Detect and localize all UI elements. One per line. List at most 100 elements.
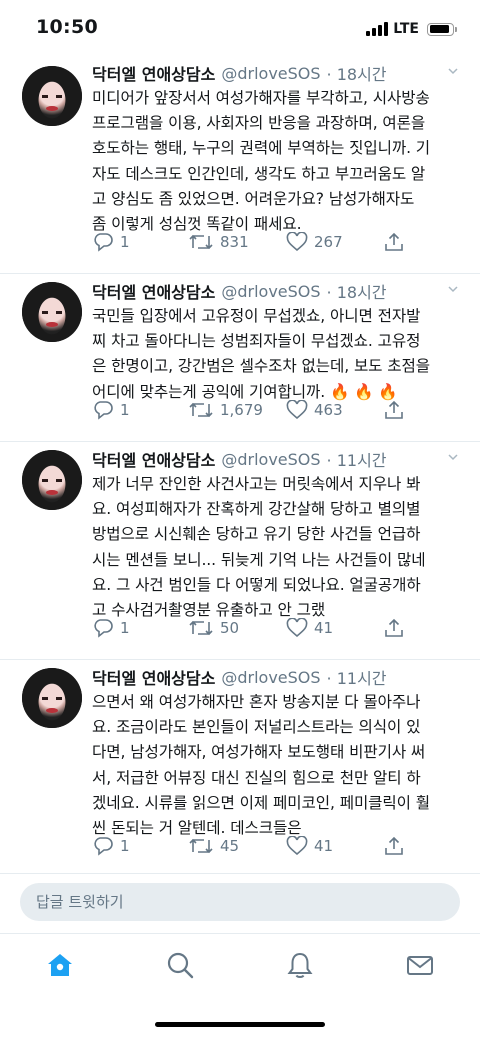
mail-icon — [407, 956, 433, 975]
network-label: LTE — [393, 21, 419, 37]
share-icon — [385, 400, 403, 419]
tweet-time: · 11시간 — [326, 451, 387, 470]
tweet-body: 닥터엘 연애상담소 @drloveSOS · 11시간 제가 너무 잔인한 사건… — [92, 446, 460, 623]
home-icon — [48, 954, 72, 976]
reply-count: 1 — [120, 233, 130, 251]
battery-level — [429, 25, 450, 33]
tweet-header: 닥터엘 연애상담소 @drloveSOS · 11시간 — [92, 446, 460, 472]
retweet-icon — [189, 620, 213, 636]
author-handle: @drloveSOS — [221, 449, 321, 469]
tweet-header: 닥터엘 연애상담소 @drloveSOS · 18시간 — [92, 60, 460, 86]
share-button[interactable] — [384, 616, 404, 640]
bell-icon — [287, 952, 313, 978]
retweet-icon — [189, 402, 213, 418]
tab-home[interactable] — [45, 950, 75, 980]
share-button[interactable] — [384, 834, 404, 858]
reply-button[interactable]: 1 — [92, 398, 130, 422]
retweet-button[interactable]: 45 — [188, 834, 239, 858]
like-count: 41 — [314, 837, 334, 855]
share-icon — [385, 232, 403, 251]
retweet-button[interactable]: 1,679 — [188, 398, 263, 422]
author-handle: @drloveSOS — [221, 281, 321, 301]
tweet-text: 미디어가 앞장서서 여성가해자를 부각하고, 시사방송 프로그램을 이용, 사회… — [92, 89, 431, 234]
tweet-actions: 1 45 41 — [92, 834, 460, 858]
like-button[interactable]: 41 — [286, 834, 333, 858]
tweet-text: 으면서 왜 여성가해자만 혼자 방송지분 다 몰아주나 요. 조금이라도 본인들… — [92, 693, 431, 838]
heart-icon — [286, 836, 308, 856]
tweet-header: 닥터엘 연애상담소 @drloveSOS · 11시간 — [92, 664, 460, 690]
tweet-text: 국민들 입장에서 고유정이 무섭겠쇼, 아니면 전자발 찌 차고 돌아다니는 성… — [92, 307, 431, 401]
retweet-count: 831 — [220, 233, 249, 251]
tab-search[interactable] — [165, 950, 195, 980]
status-bar: 10:50 LTE — [0, 0, 480, 58]
heart-icon — [286, 618, 308, 638]
tweet-actions: 1 50 41 — [92, 616, 460, 640]
tweet-header: 닥터엘 연애상담소 @drloveSOS · 18시간 — [92, 278, 460, 304]
author-name[interactable]: 닥터엘 연애상담소 — [92, 447, 215, 471]
chevron-down-icon[interactable] — [448, 284, 458, 294]
cellular-signal-icon — [366, 22, 389, 36]
reply-count: 1 — [120, 837, 130, 855]
heart-icon — [286, 232, 308, 252]
share-button[interactable] — [384, 230, 404, 254]
tweet[interactable]: 닥터엘 연애상담소 @drloveSOS · 11시간 으면서 왜 여성가해자만… — [0, 660, 480, 874]
reply-input[interactable] — [20, 883, 460, 921]
reply-button[interactable]: 1 — [92, 616, 130, 640]
retweet-count: 1,679 — [220, 401, 263, 419]
author-handle: @drloveSOS — [221, 667, 321, 687]
search-icon — [167, 952, 194, 979]
tab-notifications[interactable] — [285, 950, 315, 980]
heart-icon — [286, 400, 308, 420]
home-indicator[interactable] — [155, 1022, 325, 1027]
tab-messages[interactable] — [405, 950, 435, 980]
status-time: 10:50 — [36, 16, 98, 38]
author-handle: @drloveSOS — [221, 63, 321, 83]
avatar[interactable] — [22, 66, 82, 126]
like-button[interactable]: 267 — [286, 230, 343, 254]
tweet[interactable]: 닥터엘 연애상담소 @drloveSOS · 11시간 제가 너무 잔인한 사건… — [0, 442, 480, 660]
avatar[interactable] — [22, 668, 82, 728]
like-button[interactable]: 463 — [286, 398, 343, 422]
avatar[interactable] — [22, 282, 82, 342]
tweet-body: 닥터엘 연애상담소 @drloveSOS · 18시간 미디어가 앞장서서 여성… — [92, 60, 460, 237]
tweet-body: 닥터엘 연애상담소 @drloveSOS · 18시간 국민들 입장에서 고유정… — [92, 278, 460, 405]
retweet-count: 45 — [220, 837, 240, 855]
chevron-down-icon[interactable] — [448, 66, 458, 76]
battery-icon — [427, 22, 457, 36]
reply-count: 1 — [120, 401, 130, 419]
tweet-time: · 18시간 — [326, 65, 387, 84]
retweet-button[interactable]: 831 — [188, 230, 249, 254]
retweet-button[interactable]: 50 — [188, 616, 239, 640]
reply-composer[interactable] — [20, 883, 460, 921]
bottom-tab-bar — [0, 933, 480, 995]
share-icon — [385, 836, 403, 855]
author-name[interactable]: 닥터엘 연애상담소 — [92, 61, 215, 85]
tweet-time: · 18시간 — [326, 283, 387, 302]
retweet-icon — [189, 838, 213, 854]
like-count: 267 — [314, 233, 343, 251]
tweet-feed[interactable]: 닥터엘 연애상담소 @drloveSOS · 18시간 미디어가 앞장서서 여성… — [0, 56, 480, 874]
tweet[interactable]: 닥터엘 연애상담소 @drloveSOS · 18시간 미디어가 앞장서서 여성… — [0, 56, 480, 274]
reply-icon — [94, 619, 113, 638]
status-indicators: LTE — [366, 19, 457, 39]
tweet-actions: 1 831 267 — [92, 230, 460, 254]
retweet-count: 50 — [220, 619, 240, 637]
avatar[interactable] — [22, 450, 82, 510]
reply-button[interactable]: 1 — [92, 834, 130, 858]
share-icon — [385, 618, 403, 637]
reply-count: 1 — [120, 619, 130, 637]
like-button[interactable]: 41 — [286, 616, 333, 640]
tweet[interactable]: 닥터엘 연애상담소 @drloveSOS · 18시간 국민들 입장에서 고유정… — [0, 274, 480, 442]
share-button[interactable] — [384, 398, 404, 422]
like-count: 463 — [314, 401, 343, 419]
author-name[interactable]: 닥터엘 연애상담소 — [92, 279, 215, 303]
reply-button[interactable]: 1 — [92, 230, 130, 254]
tweet-text: 제가 너무 잔인한 사건사고는 머릿속에서 지우나 봐 요. 여성피해자가 잔혹… — [92, 475, 426, 620]
tweet-actions: 1 1,679 463 — [92, 398, 460, 422]
chevron-down-icon[interactable] — [448, 452, 458, 462]
tweet-time: · 11시간 — [326, 669, 387, 688]
reply-icon — [94, 837, 113, 856]
author-name[interactable]: 닥터엘 연애상담소 — [92, 665, 215, 689]
reply-icon — [94, 233, 113, 252]
like-count: 41 — [314, 619, 334, 637]
